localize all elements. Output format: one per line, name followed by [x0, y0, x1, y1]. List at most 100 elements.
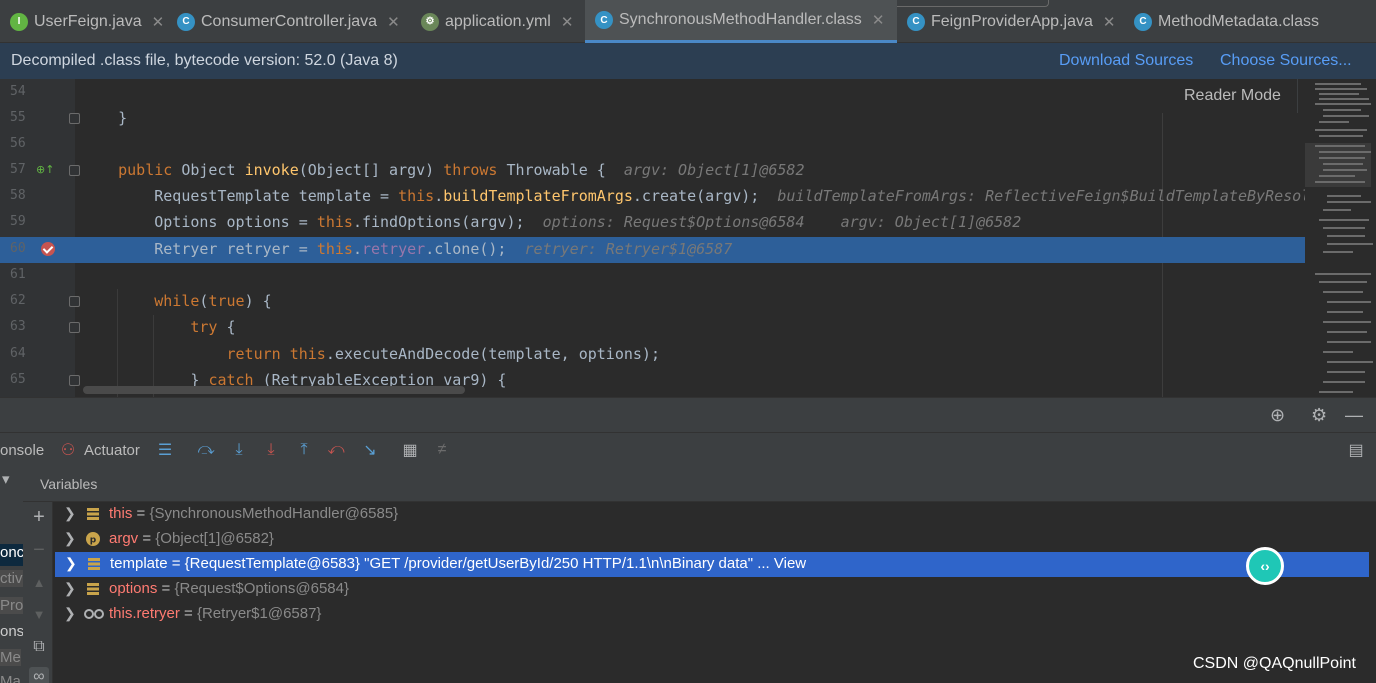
line-number: 65 [10, 372, 26, 387]
fold-marker-icon[interactable] [69, 296, 80, 307]
variable-value: {Retryer$1@6587} [196, 605, 322, 622]
view-link[interactable]: View [770, 555, 806, 572]
tab-feign-provider-app[interactable]: C FeignProviderApp.java ✕ [907, 0, 1115, 43]
step-out-icon[interactable]: ⤒ [294, 440, 314, 460]
add-watch-icon[interactable]: + [29, 506, 49, 528]
field-icon [87, 583, 99, 595]
close-icon[interactable]: ✕ [561, 13, 574, 31]
variable-name: template [110, 555, 168, 572]
line-number: 59 [10, 214, 26, 229]
override-method-icon[interactable]: ⊕↑ [36, 163, 54, 176]
code-line-63: 63 try { [0, 315, 1305, 341]
code-text: RequestTemplate template = this.buildTem… [82, 187, 1311, 205]
chevron-right-icon[interactable]: ❯ [64, 580, 76, 597]
variable-value: {SynchronousMethodHandler@6585} [149, 505, 399, 522]
chevron-right-icon[interactable]: ❯ [64, 505, 76, 522]
class-file-icon: C [1134, 12, 1152, 31]
tab-label: application.yml [445, 12, 551, 30]
code-text: try { [190, 318, 236, 336]
watches-toggle-icon[interactable]: ∞ [29, 667, 49, 683]
gear-icon[interactable]: ⚙ [1311, 405, 1327, 426]
tab-synchronous-method-handler[interactable]: C SynchronousMethodHandler.class ✕ [585, 0, 897, 43]
collapse-icon[interactable]: ▾ [2, 470, 10, 488]
tab-consumer-controller[interactable]: C ConsumerController.java ✕ [177, 0, 400, 43]
step-into-icon[interactable]: ⤓ [229, 440, 249, 460]
tab-actuator[interactable]: Actuator [84, 442, 140, 459]
code-text: public Object invoke(Object[] argv) thro… [118, 161, 805, 179]
variables-title: Variables [40, 476, 98, 492]
line-number: 56 [10, 136, 26, 151]
force-step-into-icon[interactable]: ⤓ [261, 440, 281, 460]
tab-user-feign[interactable]: I UserFeign.java ✕ [10, 0, 164, 43]
code-line-56: 56 [0, 132, 1305, 158]
field-icon [88, 558, 100, 570]
interface-icon: I [10, 12, 28, 31]
crosshair-icon[interactable]: ⊕ [1270, 405, 1285, 426]
frame-item[interactable]: Me [0, 649, 21, 666]
code-text: Options options = this.findOptions(argv)… [82, 213, 1022, 231]
decompiled-banner: Decompiled .class file, bytecode version… [0, 43, 1376, 79]
editor-tab-bar: I UserFeign.java ✕ C ConsumerController.… [0, 0, 1376, 43]
variable-row[interactable]: ❯ p argv = {Object[1]@6582} [54, 527, 1376, 552]
evaluate-expression-icon[interactable]: ▦ [400, 440, 420, 460]
code-line-64: 64 return this.executeAndDecode(template… [0, 342, 1305, 368]
variable-row[interactable]: ❯ this = {SynchronousMethodHandler@6585} [54, 502, 1376, 527]
breakpoint-icon[interactable] [41, 242, 55, 256]
drop-frame-icon[interactable]: ⤺ [326, 440, 346, 460]
variable-name: options [109, 580, 158, 597]
variable-row[interactable]: ❯ options = {Request$Options@6584} [54, 577, 1376, 602]
chevron-right-icon[interactable]: ❯ [65, 555, 77, 572]
code-editor[interactable]: 54 55 } 56 57 ⊕↑ public Object invoke(Ob… [0, 79, 1376, 397]
code-text: } [82, 109, 128, 127]
line-number: 57 [10, 162, 26, 177]
choose-sources-link[interactable]: Choose Sources... [1220, 52, 1352, 70]
frame-item[interactable]: Pro [0, 597, 23, 614]
tab-application-yml[interactable]: ⚙ application.yml ✕ [421, 0, 573, 43]
frame-item[interactable]: ons [0, 623, 23, 640]
chevron-right-icon[interactable]: ❯ [64, 530, 76, 547]
variable-row[interactable]: ❯ this.retryer = {Retryer$1@6587} [54, 602, 1376, 627]
fold-marker-icon[interactable] [69, 113, 80, 124]
fold-marker-icon[interactable] [69, 165, 80, 176]
assistant-mascot-icon[interactable]: ‹› [1246, 547, 1284, 585]
run-to-cursor-icon[interactable]: ↘ [360, 440, 380, 460]
inline-debug-hint: options: Request$Options@6584 argv: Obje… [542, 213, 1022, 231]
frames-panel-edge[interactable]: ▾ onc ctiv Pro ons Me Ma [0, 466, 23, 683]
copy-icon[interactable]: ⧉ [29, 637, 49, 657]
frame-item[interactable]: onc [0, 544, 23, 561]
step-over-icon[interactable]: ⤼ [196, 440, 216, 460]
code-line-60-current: 60 Retryer retryer = this.retryer.clone(… [0, 237, 1305, 263]
variable-value: {RequestTemplate@6583} "GET /provider/ge… [184, 555, 770, 572]
layout-icon[interactable]: ▤ [1346, 440, 1366, 460]
variable-row-selected[interactable]: ❯ template = {RequestTemplate@6583} "GET… [55, 552, 1369, 577]
close-icon[interactable]: ✕ [387, 13, 400, 31]
close-icon[interactable]: ✕ [1103, 13, 1116, 31]
close-icon[interactable]: ✕ [872, 11, 885, 29]
tab-label: FeignProviderApp.java [931, 12, 1093, 30]
frame-item[interactable]: Ma [0, 673, 21, 683]
line-number: 62 [10, 293, 26, 308]
download-sources-link[interactable]: Download Sources [1059, 52, 1193, 70]
code-text: return this.executeAndDecode(template, o… [226, 345, 660, 363]
line-number: 61 [10, 267, 26, 282]
variables-tree[interactable]: ❯ this = {SynchronousMethodHandler@6585}… [54, 502, 1376, 683]
fold-marker-icon[interactable] [69, 375, 80, 386]
yaml-icon: ⚙ [421, 12, 439, 31]
tab-console[interactable]: onsole [0, 442, 44, 459]
debug-panel-header: ⊕ ⚙ — [0, 397, 1376, 432]
chevron-right-icon[interactable]: ❯ [64, 605, 76, 622]
tab-method-metadata[interactable]: C MethodMetadata.class [1134, 0, 1319, 43]
minimize-icon[interactable]: — [1345, 405, 1363, 426]
fold-marker-icon[interactable] [69, 322, 80, 333]
show-execution-point-icon[interactable]: ☰ [155, 440, 175, 460]
code-text: while(true) { [154, 292, 272, 310]
banner-message: Decompiled .class file, bytecode version… [11, 52, 398, 69]
horizontal-scrollbar[interactable] [83, 386, 465, 394]
reader-mode-button[interactable]: Reader Mode [1172, 79, 1298, 113]
variable-name: this [109, 505, 133, 522]
line-number: 63 [10, 319, 26, 334]
frame-item[interactable]: ctiv [0, 570, 23, 587]
code-minimap[interactable] [1305, 79, 1376, 397]
close-icon[interactable]: ✕ [152, 13, 165, 31]
code-line-58: 58 RequestTemplate template = this.build… [0, 184, 1310, 210]
